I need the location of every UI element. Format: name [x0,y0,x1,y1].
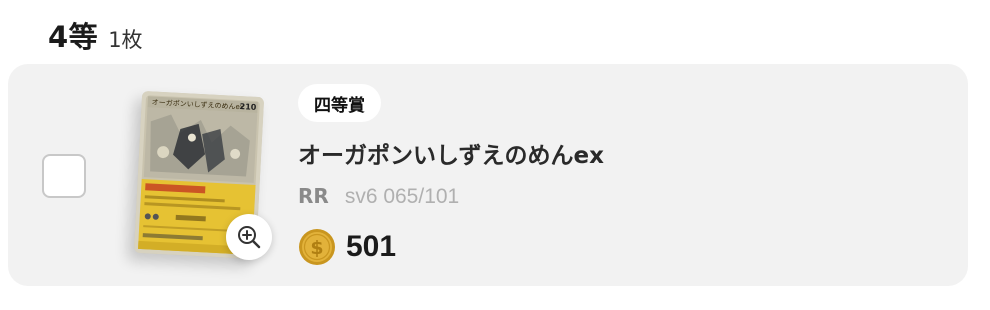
price: $ 501 [298,228,396,266]
prize-title: 4等 [48,20,99,54]
rarity-label: RR [298,184,329,208]
svg-text:$: $ [310,237,323,259]
zoom-button[interactable] [226,214,272,260]
card-name: オーガポンいしずえのめんex [298,143,604,169]
card-list-item[interactable]: オーガポンいしずえのめんex 210 四等賞 オーガポンいしずえのめんex RR… [8,64,968,286]
rank-badge: 四等賞 [298,84,381,122]
set-code: sv6 065/101 [344,185,460,208]
zoom-in-icon [238,226,261,249]
price-value: 501 [346,230,397,263]
card-hp-text: 210 [239,102,257,112]
select-checkbox[interactable] [42,154,86,198]
card-meta: RR sv6 065/101 [298,184,459,209]
prize-count: 1枚 [108,28,143,52]
prize-header: 4等 1枚 [48,14,143,56]
coin-icon: $ [299,229,335,265]
